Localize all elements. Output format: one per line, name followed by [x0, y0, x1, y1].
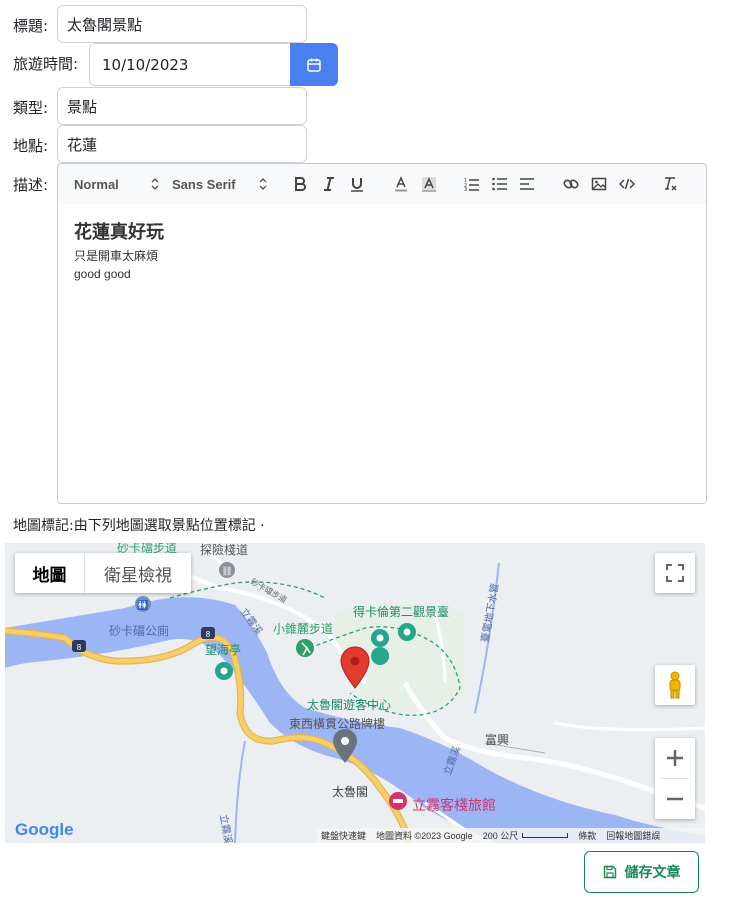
save-article-button[interactable]: 儲存文章 [584, 851, 699, 893]
trail-marker-icon[interactable]: ⛓ [219, 562, 235, 578]
map-label: 探險棧道 [200, 543, 248, 557]
svg-text:⛓: ⛓ [221, 566, 232, 577]
map-type-control: 地圖 衛星檢視 [15, 553, 191, 593]
save-article-label: 儲存文章 [624, 865, 681, 881]
italic-icon[interactable] [322, 177, 336, 191]
hotel-poi-icon[interactable] [389, 792, 407, 810]
hiking-poi-icon[interactable] [296, 639, 314, 657]
map-label: 砂卡礑公廁 [109, 623, 169, 638]
editor-line: good good [74, 267, 131, 281]
map-label: 得卡倫第二觀景臺 [353, 604, 449, 619]
map-section-label: 地圖標記:由下列地圖選取景點位置標記 · [13, 518, 265, 534]
date-label: 旅遊時間: [13, 55, 79, 73]
zoom-in-button[interactable] [655, 738, 695, 778]
save-icon [603, 865, 616, 879]
bold-icon[interactable] [293, 177, 307, 191]
map-data-credit: 地圖資料 ©2023 Google [376, 831, 473, 841]
report-error-link[interactable]: 回報地圖錯誤 [606, 829, 660, 842]
map-type-map-tab[interactable]: 地圖 [15, 553, 85, 593]
place-input[interactable]: 花蓮 [57, 125, 307, 163]
font-select[interactable]: Sans Serif [172, 164, 236, 204]
background-color-icon[interactable] [420, 176, 438, 192]
map-label: 富興 [485, 732, 509, 747]
map-label: 太魯閣遊客中心 [307, 697, 391, 712]
editor-content[interactable]: 花蓮真好玩 只是開車太麻煩 good good [57, 204, 707, 504]
title-input[interactable]: 太魯閣景點 [57, 5, 307, 43]
svg-text:🚻: 🚻 [137, 599, 148, 611]
type-input[interactable]: 景點 [57, 87, 307, 125]
title-label: 標題: [13, 17, 49, 35]
place-label: 地點: [13, 137, 49, 155]
align-icon[interactable] [519, 177, 535, 191]
date-input-value: 10/10/2023 [102, 55, 189, 74]
map[interactable]: 8 8 🚻 ⛓ 砂卡礑步道 探險棧道 砂卡礑公廁 得卡倫第二觀景臺 小錐麓步道 … [5, 543, 705, 843]
map-type-satellite-tab[interactable]: 衛星檢視 [85, 553, 191, 593]
ordered-list-icon[interactable]: 123 [464, 177, 480, 191]
google-logo: Google [15, 820, 74, 839]
map-attribution-bar: 鍵盤快速鍵 地圖資料 ©2023 Google 200 公尺 條款 回報地圖錯誤 [317, 828, 705, 843]
text-color-icon[interactable] [393, 176, 409, 192]
svg-text:3: 3 [464, 187, 467, 191]
map-label: 小錐麓步道 [273, 621, 333, 636]
desc-label: 描述: [13, 176, 49, 194]
map-scale-label: 200 公尺 [482, 831, 519, 841]
format-select-arrow-icon [151, 178, 159, 190]
keyboard-shortcuts-link[interactable]: 鍵盤快速鍵 [321, 829, 366, 842]
road-shield: 8 [77, 643, 82, 652]
format-select[interactable]: Normal [74, 164, 119, 204]
image-icon[interactable] [591, 176, 607, 192]
bullet-list-icon[interactable] [492, 177, 508, 191]
calendar-button[interactable] [290, 43, 338, 86]
type-input-value: 景點 [67, 97, 98, 116]
camera-poi-icon[interactable] [398, 623, 416, 641]
map-label: 太魯閣 [332, 784, 368, 799]
underline-icon[interactable] [350, 177, 364, 192]
clear-format-icon[interactable] [662, 176, 678, 192]
fullscreen-button[interactable] [655, 553, 695, 593]
title-input-value: 太魯閣景點 [67, 15, 143, 34]
terms-link[interactable]: 條款 [578, 829, 596, 842]
map-scale: 200 公尺 [483, 829, 569, 842]
font-select-arrow-icon [259, 178, 267, 190]
editor-heading: 花蓮真好玩 [74, 222, 164, 243]
zoom-out-button[interactable] [655, 779, 695, 819]
road-shield: 8 [206, 630, 211, 639]
pegman-icon [669, 671, 681, 699]
fullscreen-icon [666, 564, 684, 582]
map-label: 東西橫貫公路牌樓 [289, 716, 385, 731]
map-label: 立霧客棧旅館 [412, 797, 496, 813]
restroom-icon[interactable]: 🚻 [135, 596, 151, 612]
camera-poi-icon[interactable] [215, 662, 233, 680]
street-view-button[interactable] [655, 665, 695, 705]
editor-line: 只是開車太麻煩 [74, 249, 159, 263]
plus-icon [667, 750, 683, 766]
zoom-control [655, 738, 695, 819]
minus-icon [667, 797, 683, 801]
type-label: 類型: [13, 99, 49, 117]
editor-toolbar: Normal Sans Serif 123 [57, 163, 707, 205]
map-label: 望海亭 [205, 642, 241, 657]
link-icon[interactable] [563, 176, 579, 192]
calendar-icon [307, 58, 321, 72]
date-input[interactable]: 10/10/2023 [89, 43, 291, 86]
place-input-value: 花蓮 [67, 135, 98, 154]
code-block-icon[interactable] [619, 177, 635, 191]
